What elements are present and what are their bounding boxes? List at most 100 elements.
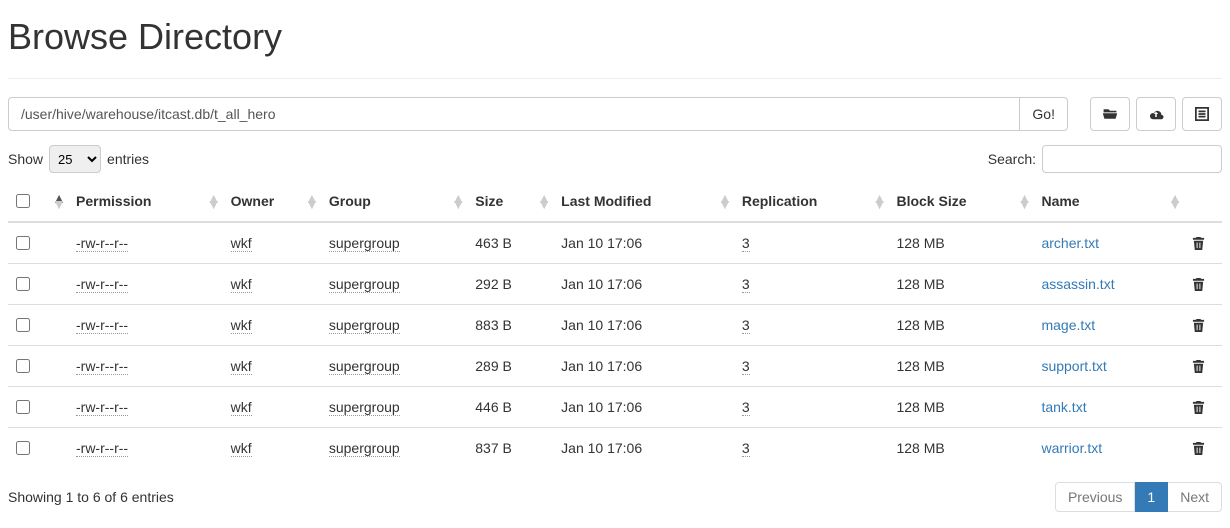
size-text: 883 B [471, 305, 557, 346]
replication-text[interactable]: 3 [742, 440, 750, 457]
file-link[interactable]: tank.txt [1041, 399, 1086, 415]
replication-text[interactable]: 3 [742, 358, 750, 375]
block-size-text: 128 MB [892, 387, 1037, 428]
block-size-text: 128 MB [892, 305, 1037, 346]
permission-text[interactable]: -rw-r--r-- [76, 440, 128, 457]
table-info: Showing 1 to 6 of 6 entries [8, 489, 174, 505]
file-link[interactable]: assassin.txt [1041, 276, 1114, 292]
file-link[interactable]: archer.txt [1041, 235, 1099, 251]
permission-text[interactable]: -rw-r--r-- [76, 399, 128, 416]
table-row: -rw-r--r--wkfsupergroup837 BJan 10 17:06… [8, 428, 1222, 469]
permission-text[interactable]: -rw-r--r-- [76, 235, 128, 252]
modified-text: Jan 10 17:06 [557, 305, 738, 346]
modified-text: Jan 10 17:06 [557, 387, 738, 428]
owner-text[interactable]: wkf [231, 276, 252, 293]
delete-icon[interactable] [1192, 359, 1214, 374]
col-select-all [8, 181, 42, 222]
folder-open-icon [1102, 107, 1118, 121]
search-input[interactable] [1042, 145, 1222, 173]
owner-text[interactable]: wkf [231, 399, 252, 416]
pager-next[interactable]: Next [1168, 482, 1222, 512]
action-buttons [1090, 97, 1222, 131]
col-owner[interactable]: Owner ▲▼ [227, 181, 325, 222]
col-group-label: Group [329, 193, 371, 209]
col-name[interactable]: Name ▲▼ [1037, 181, 1188, 222]
permission-text[interactable]: -rw-r--r-- [76, 276, 128, 293]
modified-text: Jan 10 17:06 [557, 346, 738, 387]
upload-button[interactable] [1136, 97, 1176, 131]
row-checkbox[interactable] [16, 236, 30, 250]
new-folder-button[interactable] [1090, 97, 1130, 131]
search-control: Search: [988, 145, 1222, 173]
replication-text[interactable]: 3 [742, 399, 750, 416]
modified-text: Jan 10 17:06 [557, 264, 738, 305]
pager-page[interactable]: 1 [1135, 482, 1168, 512]
group-text[interactable]: supergroup [329, 358, 400, 375]
table-row: -rw-r--r--wkfsupergroup446 BJan 10 17:06… [8, 387, 1222, 428]
col-owner-label: Owner [231, 193, 275, 209]
owner-text[interactable]: wkf [231, 235, 252, 252]
delete-icon[interactable] [1192, 318, 1214, 333]
owner-text[interactable]: wkf [231, 358, 252, 375]
pager-previous[interactable]: Previous [1055, 482, 1135, 512]
col-replication-label: Replication [742, 193, 817, 209]
col-group[interactable]: Group ▲▼ [325, 181, 471, 222]
group-text[interactable]: supergroup [329, 317, 400, 334]
owner-text[interactable]: wkf [231, 440, 252, 457]
table-row: -rw-r--r-- wkf supergroup 289 BJan 10 17:06… [8, 346, 1222, 387]
go-button[interactable]: Go! [1019, 97, 1068, 131]
delete-icon[interactable] [1192, 441, 1214, 456]
col-permission[interactable]: Permission ▲▼ [72, 181, 227, 222]
pagination: Previous1Next [1055, 482, 1222, 512]
table-row: -rw-r--r--wkfsupergroup463 BJan 10 17:06… [8, 222, 1222, 264]
col-block-size[interactable]: Block Size ▲▼ [892, 181, 1037, 222]
path-input-group: Go! [8, 97, 1068, 131]
col-sort-none[interactable]: ▲▼ [42, 181, 72, 222]
row-checkbox[interactable] [16, 318, 30, 332]
delete-icon[interactable] [1192, 236, 1214, 251]
row-checkbox[interactable] [16, 277, 30, 291]
size-text: 292 B [471, 264, 557, 305]
replication-text[interactable]: 3 [742, 276, 750, 293]
group-text[interactable]: supergroup [329, 276, 400, 293]
group-text[interactable]: supergroup [329, 440, 400, 457]
col-size[interactable]: Size ▲▼ [471, 181, 557, 222]
size-text: 289 B [471, 346, 557, 387]
delete-icon[interactable] [1192, 277, 1214, 292]
table-body: -rw-r--r--wkfsupergroup463 BJan 10 17:06… [8, 222, 1222, 468]
col-size-label: Size [475, 193, 503, 209]
divider [8, 78, 1222, 79]
delete-icon[interactable] [1192, 400, 1214, 415]
owner-text[interactable]: wkf [231, 317, 252, 334]
col-last-modified-label: Last Modified [561, 193, 651, 209]
row-checkbox[interactable] [16, 441, 30, 455]
row-checkbox[interactable] [16, 359, 30, 373]
replication-text[interactable]: 3 [742, 235, 750, 252]
page-length-select[interactable]: 102550100 [49, 145, 101, 173]
file-link[interactable]: mage.txt [1041, 317, 1095, 333]
permission-text[interactable]: -rw-r--r-- [76, 317, 128, 334]
col-replication[interactable]: Replication ▲▼ [738, 181, 893, 222]
length-control: Show 102550100 entries [8, 145, 149, 173]
size-text: 837 B [471, 428, 557, 469]
group-text[interactable]: supergroup [329, 399, 400, 416]
col-permission-label: Permission [76, 193, 151, 209]
block-size-text: 128 MB [892, 346, 1037, 387]
table-footer: Showing 1 to 6 of 6 entries Previous1Nex… [8, 482, 1222, 512]
path-toolbar: Go! [8, 97, 1222, 131]
block-size-text: 128 MB [892, 264, 1037, 305]
size-text: 463 B [471, 222, 557, 264]
file-link[interactable]: warrior.txt [1041, 440, 1102, 456]
file-link[interactable]: support.txt [1041, 358, 1106, 374]
row-checkbox[interactable] [16, 400, 30, 414]
col-last-modified[interactable]: Last Modified ▲▼ [557, 181, 738, 222]
replication-text[interactable]: 3 [742, 317, 750, 334]
table-row: -rw-r--r-- wkf supergroup 292 BJan 10 17:06… [8, 264, 1222, 305]
page-title: Browse Directory [8, 16, 1222, 58]
group-text[interactable]: supergroup [329, 235, 400, 252]
table-controls: Show 102550100 entries Search: [8, 145, 1222, 173]
permission-text[interactable]: -rw-r--r-- [76, 358, 128, 375]
select-all-checkbox[interactable] [16, 194, 30, 208]
path-input[interactable] [8, 97, 1019, 131]
cut-button[interactable] [1182, 97, 1222, 131]
